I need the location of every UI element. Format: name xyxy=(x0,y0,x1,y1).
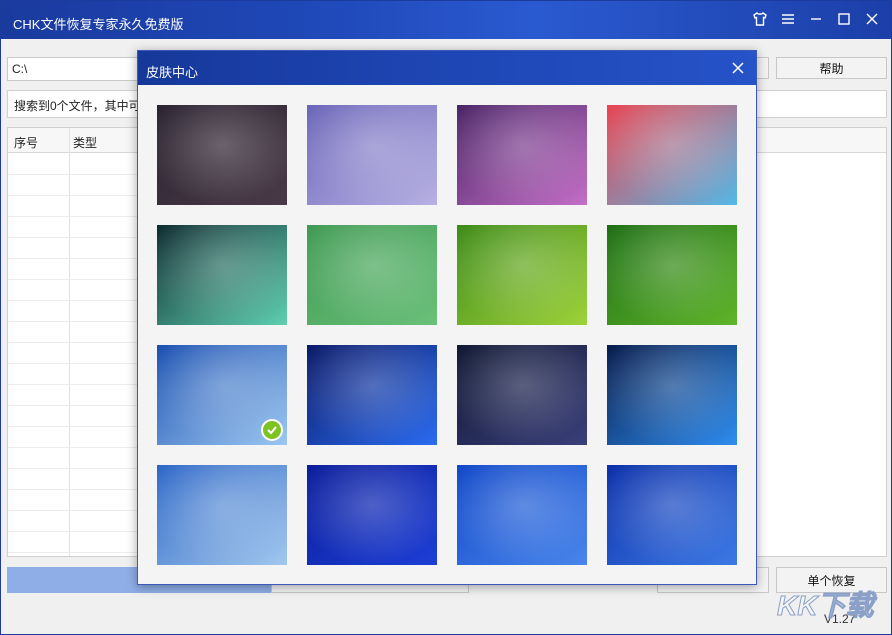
skin-thumbnail-purple-nebula[interactable] xyxy=(457,105,587,205)
table-row xyxy=(8,489,148,490)
skin-thumbnail-blue-iceberg[interactable] xyxy=(157,345,287,445)
table-row xyxy=(8,258,148,259)
table-row xyxy=(8,300,148,301)
skin-thumbnail-deep-blue[interactable] xyxy=(307,465,437,565)
kkx-watermark-logo: KK下载 xyxy=(777,590,878,622)
table-row xyxy=(8,279,148,280)
column-header-index[interactable]: 序号 xyxy=(14,134,38,151)
skin-thumbnail-blue-mountains[interactable] xyxy=(157,465,287,565)
dialog-close-icon[interactable] xyxy=(730,60,746,76)
table-row xyxy=(8,447,148,448)
table-row xyxy=(8,552,148,553)
table-row xyxy=(8,216,148,217)
table-row xyxy=(8,405,148,406)
skin-thumbnail-purple-mountains[interactable] xyxy=(307,105,437,205)
browse-button[interactable] xyxy=(757,57,769,79)
table-row xyxy=(8,510,148,511)
column-header-type[interactable]: 类型 xyxy=(73,134,97,151)
selected-check-icon xyxy=(261,419,283,441)
dialog-title: 皮肤中心 xyxy=(146,65,199,80)
table-row xyxy=(8,321,148,322)
skin-center-dialog: 皮肤中心 xyxy=(137,50,757,585)
skin-thumbnail-aurora-blue[interactable] xyxy=(607,465,737,565)
minimize-icon[interactable] xyxy=(807,10,825,28)
menu-icon[interactable] xyxy=(779,10,797,28)
title-bar: CHK文件恢复专家永久免费版 xyxy=(1,1,891,39)
skin-thumbnail-low-poly-colorful[interactable] xyxy=(607,105,737,205)
table-row xyxy=(8,384,148,385)
skin-thumbnail-starry-night[interactable] xyxy=(157,105,287,205)
window-title: CHK文件恢复专家永久免费版 xyxy=(13,17,184,32)
skin-thumbnail-green-branch[interactable] xyxy=(457,225,587,325)
skin-thumbnail-green-dewdrop[interactable] xyxy=(607,225,737,325)
skin-thumbnail-blue-corridor[interactable] xyxy=(307,345,437,445)
skin-thumbnail-cosmic-planet[interactable] xyxy=(457,345,587,445)
skin-thumbnail-blue-waves[interactable] xyxy=(457,465,587,565)
skin-icon[interactable] xyxy=(751,10,769,28)
table-row xyxy=(8,531,148,532)
maximize-icon[interactable] xyxy=(835,10,853,28)
close-icon[interactable] xyxy=(863,10,881,28)
table-row xyxy=(8,468,148,469)
svg-text:KK下载: KK下载 xyxy=(777,590,877,621)
help-button[interactable]: 帮助 xyxy=(776,57,887,79)
table-row xyxy=(8,342,148,343)
table-row xyxy=(8,195,148,196)
path-input[interactable]: C:\ xyxy=(7,57,147,81)
table-row xyxy=(8,363,148,364)
dialog-title-bar: 皮肤中心 xyxy=(138,51,756,85)
skin-thumbnail-plain-green[interactable] xyxy=(307,225,437,325)
table-row xyxy=(8,426,148,427)
skin-thumbnail-windows-blue[interactable] xyxy=(607,345,737,445)
table-row xyxy=(8,174,148,175)
skin-thumbnail-aurora-green[interactable] xyxy=(157,225,287,325)
table-row xyxy=(8,237,148,238)
